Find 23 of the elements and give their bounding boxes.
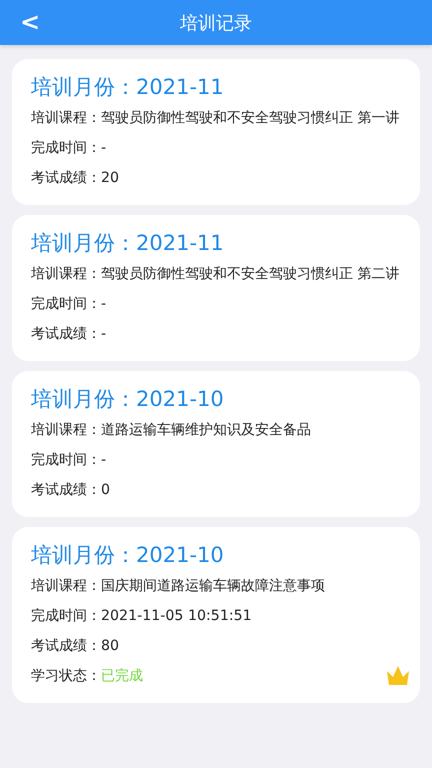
record-month: 培训月份：2021-10 (31, 542, 225, 569)
field-row-text: 培训课程：驾驶员防御性驾驶和不安全驾驶习惯纠正 第二讲 (31, 265, 401, 284)
field-row-text: 完成时间：2021-11-05 10:51:51 (31, 607, 253, 626)
record-month: 培训月份：2021-10 (31, 386, 225, 413)
field-row-text: 考试成绩：- (31, 325, 108, 344)
record-card[interactable]: 培训月份：2021-10 培训课程：国庆期间道路运输车辆故障注意事项 完成时间：2021-11-05 10:51:51 考试成绩：80 学习状态：已完成 (12, 527, 420, 703)
field-row-text: 完成时间：- (31, 139, 108, 158)
field-row-text: 培训课程：驾驶员防御性驾驶和不安全驾驶习惯纠正 第一讲 (31, 109, 401, 128)
record-card[interactable]: 培训月份：2021-11 培训课程：驾驶员防御性驾驶和不安全驾驶习惯纠正 第一讲 完成时间：- 考试成绩：20 (12, 59, 420, 205)
record-card[interactable]: 培训月份：2021-10 培训课程：道路运输车辆维护知识及安全备品 完成时间：- 考试成绩：0 (12, 371, 420, 517)
field-row-text: 培训课程：国庆期间道路运输车辆故障注意事项 (31, 577, 326, 596)
field-row-text: 考试成绩：0 (31, 481, 112, 500)
record-month: 培训月份：2021-11 (31, 74, 225, 101)
page-title: 培训记录 (180, 12, 252, 34)
field-row-text: 完成时间：- (31, 451, 108, 470)
field-row-text: 培训课程：道路运输车辆维护知识及安全备品 (31, 421, 312, 440)
status-value: 已完成 (101, 668, 143, 684)
record-card[interactable]: 培训月份：2021-11 培训课程：驾驶员防御性驾驶和不安全驾驶习惯纠正 第二讲 完成时间：- 考试成绩：- (12, 215, 420, 361)
field-row-text: 完成时间：- (31, 295, 108, 314)
record-month: 培训月份：2021-11 (31, 230, 225, 257)
field-row-text: 考试成绩：80 (31, 637, 120, 656)
field-row-text: 考试成绩：20 (31, 169, 120, 188)
field-label: 学习状态： (31, 668, 101, 684)
